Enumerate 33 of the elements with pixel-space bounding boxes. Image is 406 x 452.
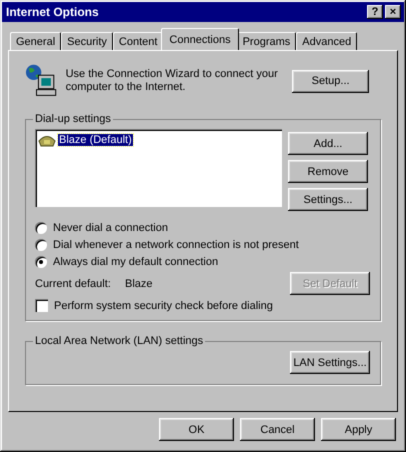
tab[interactable]: Programs: [236, 32, 296, 50]
wizard-description: Use the Connection Wizard to connect your computer to the Internet.: [66, 68, 279, 94]
setup-button[interactable]: Setup...: [292, 70, 369, 92]
checkbox[interactable]: [35, 299, 48, 312]
tab[interactable]: Security: [61, 32, 113, 50]
dialup-button[interactable]: Settings...: [288, 188, 368, 211]
computer-globe-icon: [25, 63, 58, 99]
group-title: Local Area Network (LAN) settings: [34, 335, 204, 347]
dialup-button[interactable]: Add...: [288, 132, 368, 155]
lan-settings-button[interactable]: LAN Settings...: [290, 351, 370, 374]
dialog-button[interactable]: Cancel: [240, 418, 315, 441]
connection-item[interactable]: Blaze (Default): [58, 134, 133, 146]
radio-button[interactable]: [35, 256, 47, 268]
radio-button[interactable]: [35, 239, 47, 251]
dialup-button[interactable]: Remove: [288, 160, 368, 183]
tab[interactable]: General: [10, 32, 62, 50]
option-label: Always dial my default connection: [53, 256, 218, 268]
tab[interactable]: Content: [112, 32, 164, 50]
dialog-button[interactable]: OK: [159, 418, 234, 441]
option-label: Dial whenever a network connection is not present: [53, 239, 299, 251]
tab[interactable]: Advanced: [296, 32, 358, 50]
current-default-value: Blaze: [125, 278, 153, 290]
option-label: Never dial a connection: [53, 222, 168, 234]
current-default-label: Current default:: [35, 278, 112, 290]
window-title: Internet Options: [6, 5, 99, 19]
radio-button[interactable]: [35, 222, 47, 234]
close-button[interactable]: ×: [385, 5, 401, 19]
connection-list[interactable]: Blaze (Default): [35, 129, 282, 207]
checkbox-label: Perform system security check before dialing: [54, 300, 273, 312]
dialog-button[interactable]: Apply: [321, 418, 396, 441]
tab[interactable]: Connections: [161, 28, 239, 50]
group-title: Dial-up settings: [34, 113, 112, 125]
help-button[interactable]: ?: [367, 5, 383, 19]
